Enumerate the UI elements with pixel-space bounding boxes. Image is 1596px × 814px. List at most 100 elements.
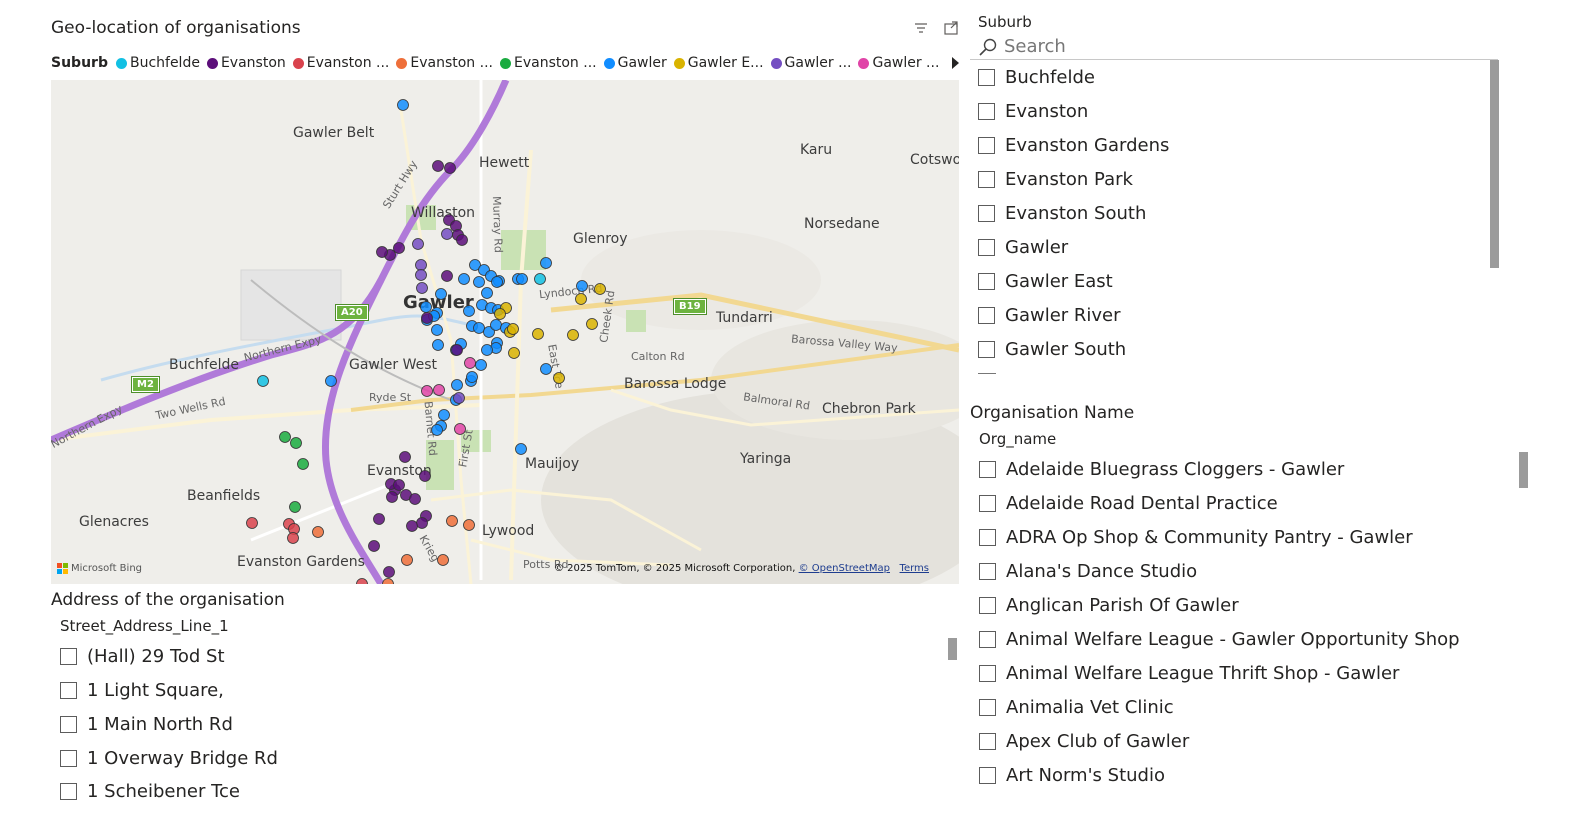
suburb-slicer-scrollbar[interactable] bbox=[1490, 60, 1499, 268]
address-item[interactable]: 1 Main North Rd bbox=[60, 714, 233, 735]
organisation-location-marker[interactable] bbox=[416, 517, 428, 529]
organisation-location-marker[interactable] bbox=[463, 305, 475, 317]
organisation-location-marker[interactable] bbox=[419, 470, 431, 482]
organisation-location-marker[interactable] bbox=[287, 532, 299, 544]
organisation-location-marker[interactable] bbox=[437, 554, 449, 566]
organisation-location-marker[interactable] bbox=[386, 491, 398, 503]
organisation-location-marker[interactable] bbox=[289, 501, 301, 513]
checkbox[interactable] bbox=[60, 648, 77, 665]
organisation-location-marker[interactable] bbox=[507, 323, 519, 335]
organisation-location-marker[interactable] bbox=[475, 359, 487, 371]
organisation-location-marker[interactable] bbox=[279, 431, 291, 443]
address-item[interactable]: (Hall) 29 Tod St bbox=[60, 646, 225, 667]
checkbox[interactable] bbox=[978, 273, 995, 290]
legend-item[interactable]: Evanston ... bbox=[499, 55, 597, 71]
organisation-location-marker[interactable] bbox=[356, 578, 368, 585]
organisation-location-marker[interactable] bbox=[397, 99, 409, 111]
organisation-location-marker[interactable] bbox=[453, 392, 465, 404]
checkbox[interactable] bbox=[979, 597, 996, 614]
legend-item[interactable]: Gawler E... bbox=[673, 55, 764, 71]
organisation-location-marker[interactable] bbox=[534, 273, 546, 285]
checkbox[interactable] bbox=[978, 307, 995, 324]
organisation-location-marker[interactable] bbox=[463, 519, 475, 531]
checkbox[interactable] bbox=[979, 733, 996, 750]
organisation-location-marker[interactable] bbox=[382, 578, 394, 585]
checkbox[interactable] bbox=[978, 341, 995, 358]
organisation-location-marker[interactable] bbox=[446, 515, 458, 527]
organisation-location-marker[interactable] bbox=[540, 363, 552, 375]
legend-item[interactable]: Gawler ... bbox=[770, 55, 851, 71]
checkbox[interactable] bbox=[978, 103, 995, 120]
checkbox[interactable] bbox=[60, 783, 77, 800]
organisation-location-marker[interactable] bbox=[433, 384, 445, 396]
organisation-location-marker[interactable] bbox=[451, 379, 463, 391]
openstreetmap-link[interactable]: © OpenStreetMap bbox=[799, 563, 890, 574]
legend-item[interactable]: Buchfelde bbox=[115, 55, 200, 71]
organisation-location-marker[interactable] bbox=[458, 273, 470, 285]
organisation-location-marker[interactable] bbox=[421, 385, 433, 397]
checkbox[interactable] bbox=[60, 750, 77, 767]
organisation-location-marker[interactable] bbox=[481, 287, 493, 299]
organisation-location-marker[interactable] bbox=[567, 329, 579, 341]
org-item[interactable]: ADRA Op Shop & Community Pantry - Gawler bbox=[979, 527, 1413, 548]
legend-item[interactable]: Gawler bbox=[603, 55, 667, 71]
org-slicer-scrollbar[interactable] bbox=[1519, 452, 1528, 488]
checkbox[interactable] bbox=[979, 495, 996, 512]
organisation-location-marker[interactable] bbox=[246, 517, 258, 529]
suburb-item[interactable]: Gawler East bbox=[978, 271, 1113, 292]
org-item[interactable]: Apex Club of Gawler bbox=[979, 731, 1189, 752]
address-item[interactable]: 1 Overway Bridge Rd bbox=[60, 748, 278, 769]
checkbox[interactable] bbox=[978, 137, 995, 154]
organisation-location-marker[interactable] bbox=[415, 269, 427, 281]
organisation-location-marker[interactable] bbox=[373, 513, 385, 525]
organisation-location-marker[interactable] bbox=[454, 423, 466, 435]
suburb-item[interactable]: Evanston Park bbox=[978, 169, 1133, 190]
suburb-search-input[interactable]: Search bbox=[970, 34, 1498, 60]
organisation-location-marker[interactable] bbox=[376, 246, 388, 258]
organisation-location-marker[interactable] bbox=[431, 424, 443, 436]
organisation-location-marker[interactable] bbox=[575, 293, 587, 305]
organisation-location-marker[interactable] bbox=[586, 318, 598, 330]
legend-item[interactable]: Evanston ... bbox=[396, 55, 493, 71]
organisation-location-marker[interactable] bbox=[412, 238, 424, 250]
org-item[interactable]: Adelaide Road Dental Practice bbox=[979, 493, 1278, 514]
suburb-item[interactable]: Evanston South bbox=[978, 203, 1146, 224]
legend-item[interactable]: Evanston ... bbox=[292, 55, 389, 71]
checkbox[interactable] bbox=[979, 529, 996, 546]
organisation-location-marker[interactable] bbox=[532, 328, 544, 340]
organisation-location-marker[interactable] bbox=[464, 357, 476, 369]
organisation-location-marker[interactable] bbox=[438, 409, 450, 421]
organisation-location-marker[interactable] bbox=[415, 259, 427, 271]
organisation-location-marker[interactable] bbox=[441, 228, 453, 240]
organisation-location-marker[interactable] bbox=[481, 344, 493, 356]
checkbox[interactable] bbox=[979, 665, 996, 682]
map-canvas[interactable]: Gawler Belt Hewett Karu Cotswo Willaston… bbox=[51, 80, 959, 584]
organisation-location-marker[interactable] bbox=[516, 273, 528, 285]
organisation-location-marker[interactable] bbox=[432, 339, 444, 351]
legend-item[interactable]: Evanston bbox=[206, 55, 286, 71]
organisation-location-marker[interactable] bbox=[491, 276, 503, 288]
checkbox[interactable] bbox=[60, 682, 77, 699]
checkbox[interactable] bbox=[979, 461, 996, 478]
organisation-location-marker[interactable] bbox=[368, 540, 380, 552]
organisation-location-marker[interactable] bbox=[401, 554, 413, 566]
organisation-location-marker[interactable] bbox=[421, 312, 433, 324]
organisation-location-marker[interactable] bbox=[441, 270, 453, 282]
organisation-location-marker[interactable] bbox=[508, 347, 520, 359]
org-item[interactable]: Animal Welfare League Thrift Shop - Gawl… bbox=[979, 663, 1399, 684]
organisation-location-marker[interactable] bbox=[553, 372, 565, 384]
organisation-location-marker[interactable] bbox=[399, 451, 411, 463]
organisation-location-marker[interactable] bbox=[444, 162, 456, 174]
organisation-location-marker[interactable] bbox=[451, 344, 463, 356]
legend-item[interactable]: Gawler ... bbox=[858, 55, 939, 71]
organisation-location-marker[interactable] bbox=[431, 324, 443, 336]
org-item[interactable]: Anglican Parish Of Gawler bbox=[979, 595, 1239, 616]
organisation-location-marker[interactable] bbox=[312, 526, 324, 538]
org-item[interactable]: Animalia Vet Clinic bbox=[979, 697, 1174, 718]
suburb-item[interactable]: Evanston Gardens bbox=[978, 135, 1169, 156]
organisation-location-marker[interactable] bbox=[494, 308, 506, 320]
org-item[interactable]: Alana's Dance Studio bbox=[979, 561, 1197, 582]
organisation-location-marker[interactable] bbox=[473, 276, 485, 288]
suburb-item[interactable]: Buchfelde bbox=[978, 67, 1095, 88]
organisation-location-marker[interactable] bbox=[432, 160, 444, 172]
